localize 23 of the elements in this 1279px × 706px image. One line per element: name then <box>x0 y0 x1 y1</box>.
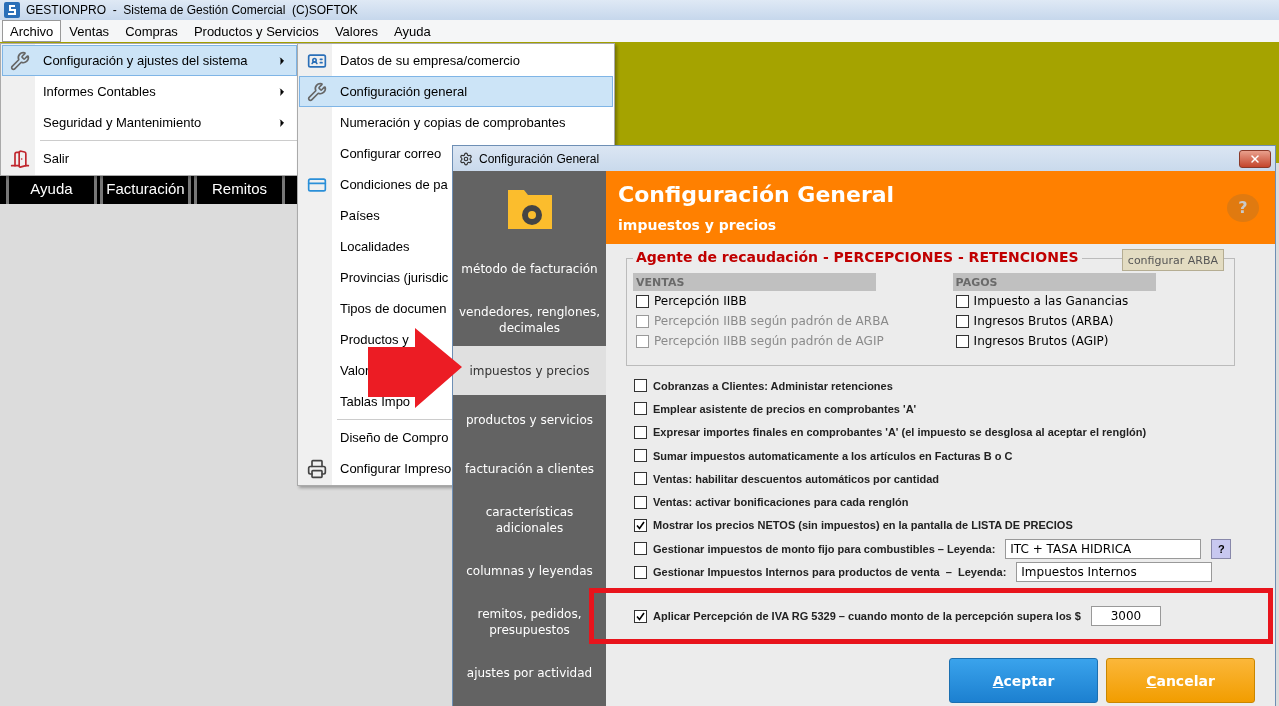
dialog-title: Configuración General <box>479 151 601 166</box>
checkbox-label: Percepción IIBB según padrón de ARBA <box>654 314 889 328</box>
checkbox-label: Percepción IIBB <box>654 294 747 308</box>
header-title: Configuración General <box>618 182 896 207</box>
group-title: Agente de recaudación - PERCEPCIONES - RETENCIONES <box>633 249 1082 265</box>
option-label: Sumar impuestos automaticamente a los artículos en Facturas B o C <box>653 449 1013 462</box>
option-label: Aplicar Percepción de IVA RG 5329 – cuando monto de la percepción supera los $ <box>653 610 1081 622</box>
column-heading: PAGOS <box>952 273 1156 291</box>
option-label: Gestionar impuestos de monto fijo para combustibles – Leyenda: <box>653 542 996 555</box>
option-label: Gestionar Impuestos Internos para productos de venta – Leyenda: <box>653 566 1007 578</box>
checkbox-label: Percepción IIBB según padrón de AGIP <box>654 334 884 348</box>
option-label: Ventas: activar bonificaciones para cada renglón <box>653 496 909 509</box>
column-heading: VENTAS <box>633 273 876 291</box>
option-label: Mostrar los precios NETOS (sin impuestos) en la pantalla de LISTA DE PRECIOS <box>653 519 1073 532</box>
option-label: Expresar importes finales en comprobantes 'A' (el impuesto se desglosa al aceptar el renglón) <box>653 426 1147 439</box>
checkbox-label: Impuesto a las Ganancias <box>973 294 1129 308</box>
option-label: Emplear asistente de precios en comprobantes 'A' <box>653 402 917 415</box>
checkbox-label: Ingresos Brutos (ARBA) <box>973 314 1114 328</box>
window-title: GESTIONPRO - Sistema de Gestión Comercial (C)SOFTOK <box>26 3 358 17</box>
header-subtitle: impuestos y precios <box>618 217 778 233</box>
checkbox-label: Ingresos Brutos (AGIP) <box>973 334 1109 348</box>
option-label: Cobranzas a Clientes: Administar retenciones <box>653 379 893 392</box>
option-label: Ventas: habilitar descuentos automáticos por cantidad <box>653 472 940 485</box>
